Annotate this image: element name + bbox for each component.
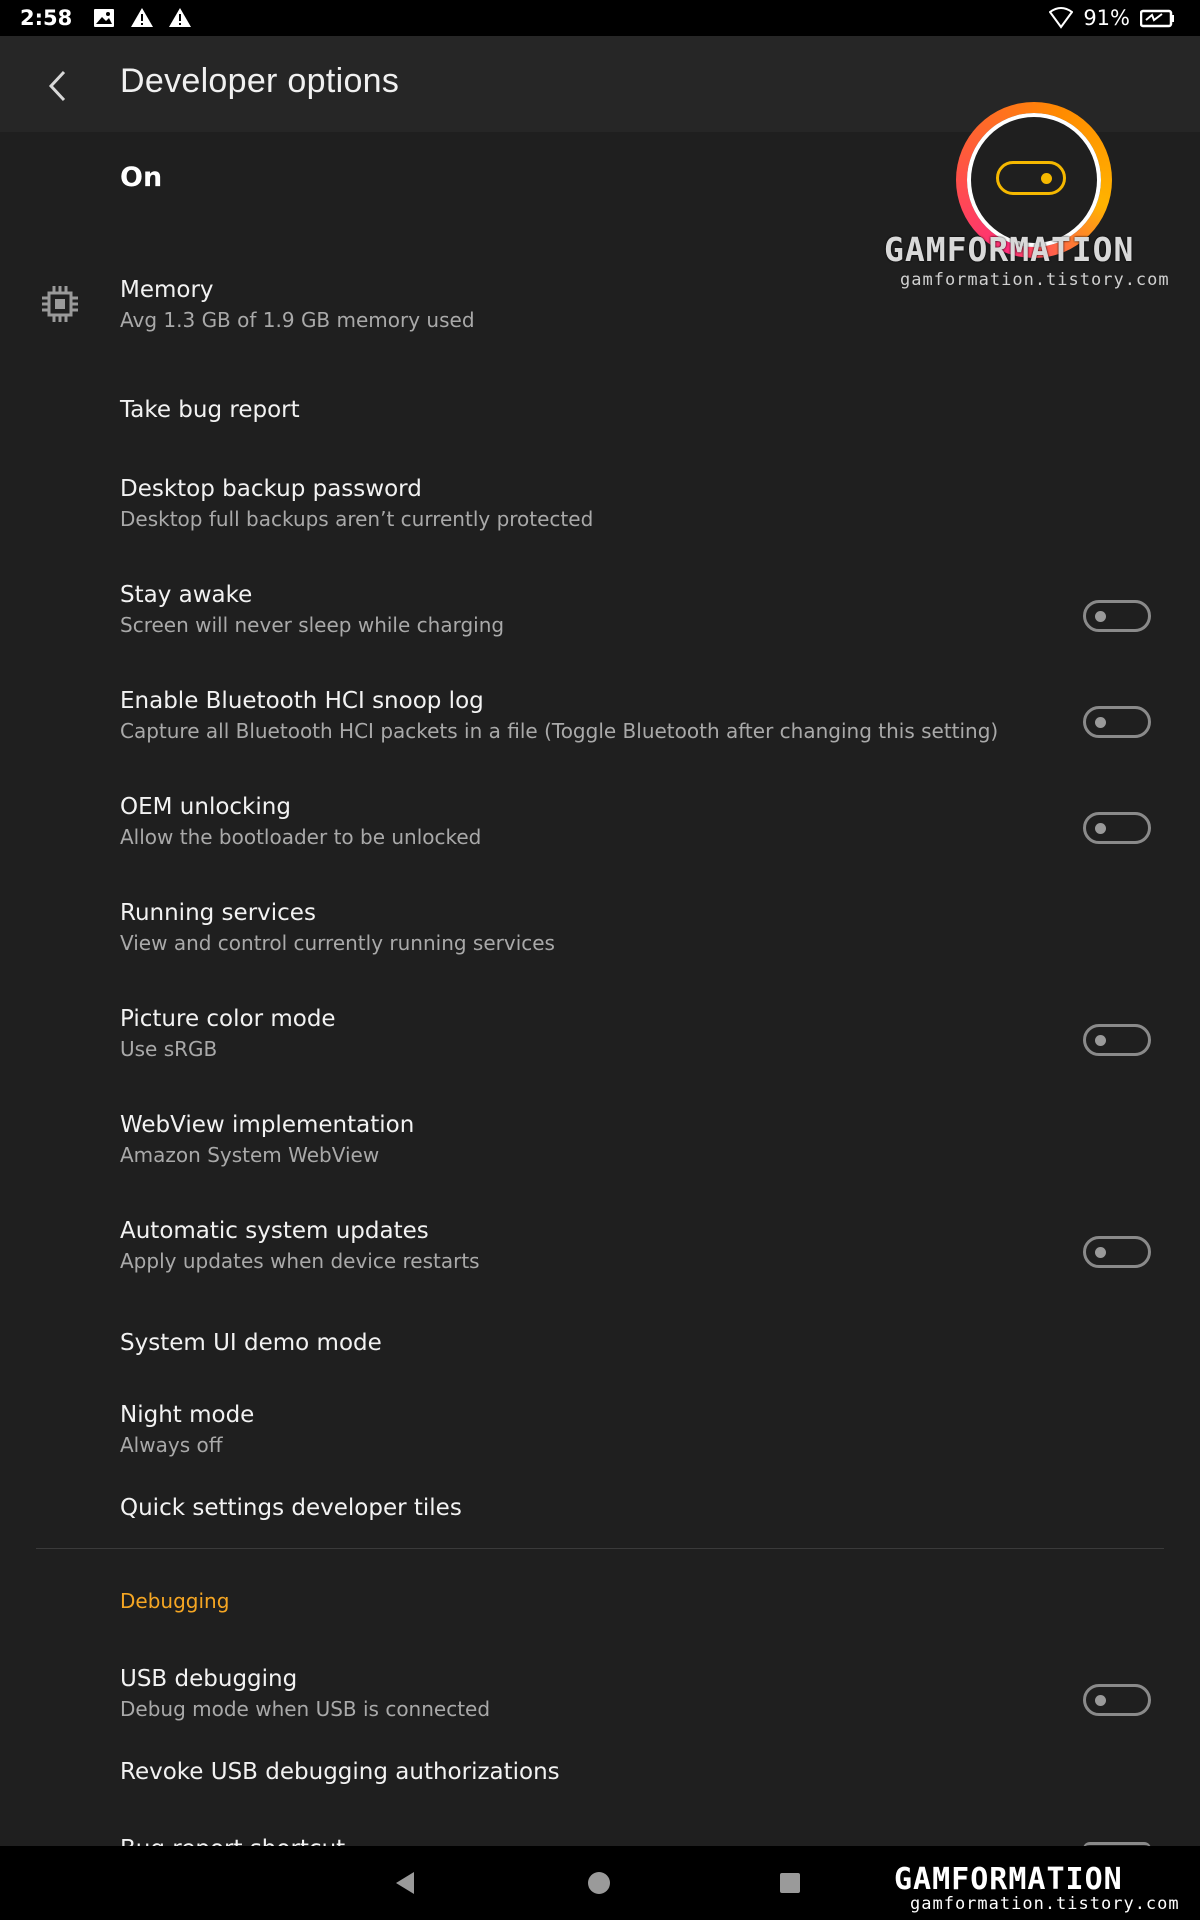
setting-title: WebView implementation — [120, 1112, 415, 1138]
page-title: Developer options — [120, 62, 400, 100]
setting-title: Enable Bluetooth HCI snoop log — [120, 688, 484, 714]
setting-subtitle: Screen will never sleep while charging — [120, 613, 505, 637]
master-switch-label: On — [120, 162, 163, 193]
section-divider — [36, 1548, 1164, 1549]
picture-color-mode-toggle[interactable] — [1083, 1024, 1151, 1056]
bluetooth-hci-toggle[interactable] — [1083, 706, 1151, 738]
setting-stay-awake[interactable]: Stay awake Screen will never sleep while… — [0, 546, 1200, 646]
setting-title: Revoke USB debugging authorizations — [120, 1759, 560, 1785]
status-right: 91% — [1049, 0, 1176, 36]
wifi-icon — [1049, 7, 1074, 29]
setting-subtitle: Amazon System WebView — [120, 1143, 380, 1167]
setting-subtitle: Allow the bootloader to be unlocked — [120, 825, 482, 849]
setting-system-ui-demo-mode[interactable]: System UI demo mode — [0, 1288, 1200, 1358]
setting-title: Desktop backup password — [120, 476, 422, 502]
setting-subtitle: Debug mode when USB is connected — [120, 1697, 491, 1721]
setting-quick-settings-tiles[interactable]: Quick settings developer tiles — [0, 1472, 1200, 1542]
setting-picture-color-mode[interactable]: Picture color mode Use sRGB — [0, 970, 1200, 1070]
status-notification-icons — [92, 6, 192, 30]
setting-subtitle: Use sRGB — [120, 1037, 218, 1061]
setting-subtitle: Apply updates when device restarts — [120, 1249, 480, 1273]
setting-title: Night mode — [120, 1402, 255, 1428]
setting-title: USB debugging — [120, 1666, 298, 1692]
setting-title: Memory — [120, 277, 214, 303]
setting-title: Quick settings developer tiles — [120, 1495, 462, 1521]
status-time: 2:58 — [20, 6, 73, 30]
setting-desktop-backup-password[interactable]: Desktop backup password Desktop full bac… — [0, 440, 1200, 540]
chevron-left-icon[interactable] — [34, 62, 82, 110]
setting-oem-unlocking[interactable]: OEM unlocking Allow the bootloader to be… — [0, 758, 1200, 858]
setting-night-mode[interactable]: Night mode Always off — [0, 1366, 1200, 1466]
setting-title: System UI demo mode — [120, 1330, 382, 1356]
setting-webview-implementation[interactable]: WebView implementation Amazon System Web… — [0, 1076, 1200, 1176]
setting-memory[interactable]: Memory Avg 1.3 GB of 1.9 GB memory used — [0, 240, 1200, 340]
setting-subtitle: Avg 1.3 GB of 1.9 GB memory used — [120, 308, 475, 332]
setting-title: Picture color mode — [120, 1006, 336, 1032]
setting-bug-report-shortcut[interactable]: Bug report shortcut — [120, 1836, 345, 1846]
nav-home-icon[interactable] — [588, 1872, 610, 1894]
nav-back-icon[interactable] — [392, 1870, 418, 1896]
battery-charging-icon — [1140, 9, 1174, 28]
memory-chip-icon — [42, 286, 78, 322]
setting-subtitle: Desktop full backups aren’t currently pr… — [120, 507, 594, 531]
automatic-updates-toggle[interactable] — [1083, 1236, 1151, 1268]
warning-icon — [169, 8, 192, 27]
oem-unlocking-toggle[interactable] — [1083, 812, 1151, 844]
toggle-on-icon — [996, 161, 1066, 195]
setting-title: Stay awake — [120, 582, 253, 608]
watermark-url-bottom: gamformation.tistory.com — [910, 1894, 1180, 1914]
battery-percent: 91% — [1083, 6, 1130, 30]
setting-subtitle: View and control currently running servi… — [120, 931, 555, 955]
image-icon — [94, 9, 115, 27]
setting-automatic-system-updates[interactable]: Automatic system updates Apply updates w… — [0, 1182, 1200, 1282]
setting-revoke-usb-authorizations[interactable]: Revoke USB debugging authorizations — [0, 1736, 1200, 1806]
nav-recents-icon[interactable] — [780, 1873, 800, 1893]
watermark-brand-bottom: GAMFORMATION — [894, 1862, 1123, 1897]
setting-running-services[interactable]: Running services View and control curren… — [0, 864, 1200, 964]
setting-subtitle: Always off — [120, 1433, 223, 1457]
setting-title: Running services — [120, 900, 316, 926]
stay-awake-toggle[interactable] — [1083, 600, 1151, 632]
usb-debugging-toggle[interactable] — [1083, 1684, 1151, 1716]
section-header-debugging: Debugging — [120, 1589, 230, 1613]
setting-usb-debugging[interactable]: USB debugging Debug mode when USB is con… — [0, 1630, 1200, 1730]
setting-subtitle: Capture all Bluetooth HCI packets in a f… — [120, 719, 999, 743]
setting-title: Take bug report — [120, 397, 300, 423]
setting-title: Automatic system updates — [120, 1218, 429, 1244]
warning-icon — [131, 8, 154, 27]
setting-bluetooth-hci-snoop[interactable]: Enable Bluetooth HCI snoop log Capture a… — [0, 652, 1200, 752]
setting-take-bug-report[interactable]: Take bug report — [0, 368, 1200, 438]
status-bar: 2:58 91% — [0, 0, 1200, 36]
setting-title: OEM unlocking — [120, 794, 291, 820]
